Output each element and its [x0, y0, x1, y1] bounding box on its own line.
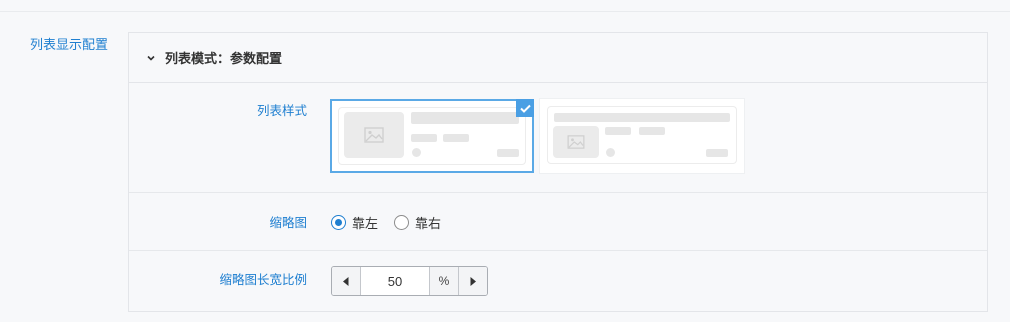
radio-left-label: 靠左: [352, 216, 379, 231]
radio-button-checked[interactable]: [331, 215, 346, 230]
panel-title: 列表模式：参数配置: [165, 51, 283, 66]
unit-label: %: [429, 267, 458, 295]
tag-placeholder: [605, 127, 631, 135]
list-style-row: 列表样式: [129, 83, 987, 193]
image-placeholder-icon: [553, 126, 599, 158]
thumbnail-radio-group: 靠左 靠右: [331, 213, 457, 232]
preview-card: [547, 106, 737, 164]
check-icon: [516, 99, 534, 117]
ratio-label: 缩略图长宽比例: [219, 273, 307, 287]
meta-placeholder: [497, 149, 519, 157]
radio-button[interactable]: [394, 215, 410, 230]
image-placeholder-icon: [344, 112, 404, 158]
tag-placeholder: [639, 127, 665, 135]
preview-card: [338, 107, 526, 165]
list-style-label: 列表样式: [256, 104, 307, 118]
meta-dot: [606, 148, 615, 157]
ratio-input[interactable]: [361, 267, 429, 295]
chevron-down-icon[interactable]: [143, 50, 159, 66]
section-label: 列表显示配置: [30, 37, 109, 52]
tag-placeholder: [443, 134, 469, 142]
title-placeholder: [554, 113, 730, 122]
thumbnail-row: 缩略图 靠左 靠右: [129, 193, 987, 251]
ratio-stepper: %: [331, 266, 488, 296]
thumbnail-label: 缩略图: [269, 216, 307, 230]
ratio-row: 缩略图长宽比例 %: [129, 251, 987, 311]
list-style-option-image-left[interactable]: [330, 99, 534, 173]
meta-dot: [412, 148, 421, 157]
decrement-button[interactable]: [332, 267, 361, 295]
tag-placeholder: [411, 134, 437, 142]
meta-placeholder: [706, 149, 728, 157]
panel-header[interactable]: 列表模式：参数配置: [129, 33, 987, 83]
list-style-option-title-top[interactable]: [539, 98, 745, 174]
increment-button[interactable]: [458, 267, 487, 295]
config-panel: 列表模式：参数配置 列表样式 缩略图 靠左 靠右 缩略图长宽比例 50 %: [128, 32, 988, 312]
title-placeholder: [411, 112, 519, 124]
radio-right[interactable]: 靠右: [394, 213, 441, 232]
caret-left-icon: [343, 274, 349, 289]
caret-right-icon: [470, 274, 476, 289]
top-divider: [0, 11, 1010, 12]
radio-right-label: 靠右: [415, 216, 442, 231]
radio-left[interactable]: 靠左: [331, 213, 378, 232]
